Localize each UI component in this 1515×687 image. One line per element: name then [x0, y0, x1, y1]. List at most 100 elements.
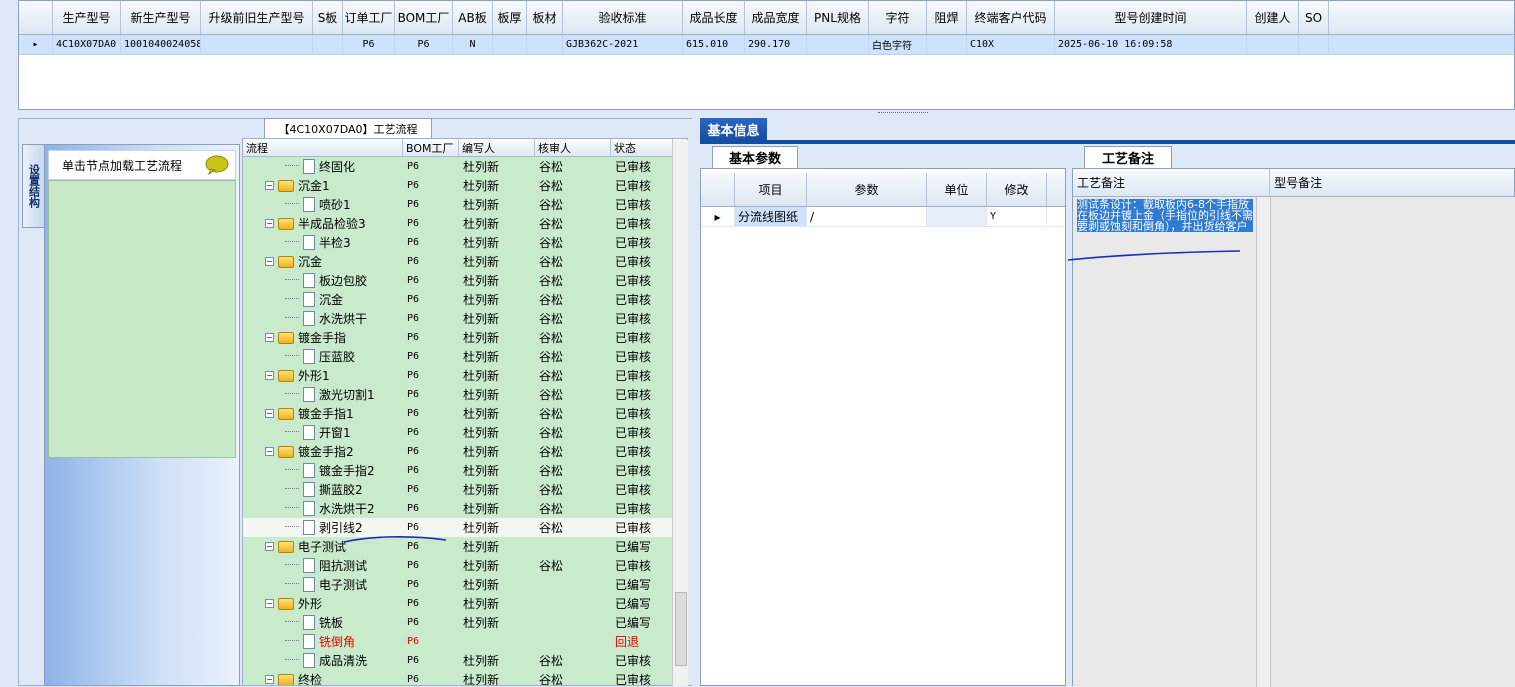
tree-node-cell[interactable]: 喷砂1	[243, 195, 403, 214]
process-tab-title[interactable]: 【4C10X07DA0】工艺流程	[264, 118, 432, 138]
column-header[interactable]: 板材	[527, 1, 563, 34]
grid-cell[interactable]: 10010400240585	[121, 35, 201, 54]
tree-node-cell[interactable]: − 沉金1	[243, 176, 403, 195]
tree-row[interactable]: − 镀金手指2 P6 杜列新 谷松 已审核	[243, 442, 687, 461]
grid-cell[interactable]	[201, 35, 313, 54]
model-notes-field[interactable]	[1271, 197, 1515, 687]
tree-row[interactable]: 撕蓝胶2 P6 杜列新 谷松 已审核	[243, 480, 687, 499]
vertical-tab-structure[interactable]: 设置结构	[22, 144, 44, 228]
tree-row[interactable]: 开窗1 P6 杜列新 谷松 已审核	[243, 423, 687, 442]
tree-column-header[interactable]: BOM工厂	[403, 139, 459, 156]
column-header[interactable]: 订单工厂	[343, 1, 395, 34]
collapse-icon[interactable]: −	[265, 542, 274, 551]
tree-row[interactable]: − 终检 P6 杜列新 谷松 已审核	[243, 670, 687, 685]
grid-cell[interactable]: 290.170	[745, 35, 807, 54]
tree-node[interactable]: 铣板	[243, 614, 343, 631]
tree-row[interactable]: − 镀金手指1 P6 杜列新 谷松 已审核	[243, 404, 687, 423]
tree-node[interactable]: − 外形	[243, 595, 322, 612]
grid-cell[interactable]: P6	[343, 35, 395, 54]
column-header[interactable]: 字符	[869, 1, 927, 34]
grid-cell[interactable]	[313, 35, 343, 54]
tree-row[interactable]: 剥引线2 P6 杜列新 谷松 已审核	[243, 518, 687, 537]
tree-node[interactable]: − 镀金手指	[243, 329, 346, 346]
param-unit-cell[interactable]	[927, 207, 987, 226]
column-header[interactable]: 型号创建时间	[1055, 1, 1247, 34]
column-header[interactable]: 验收标准	[563, 1, 683, 34]
tree-row[interactable]: 沉金 P6 杜列新 谷松 已审核	[243, 290, 687, 309]
tree-column-header[interactable]: 流程	[243, 139, 403, 156]
tree-node-cell[interactable]: 剥引线2	[243, 518, 403, 537]
horizontal-splitter[interactable]	[18, 110, 1515, 118]
tree-node[interactable]: − 半成品检验3	[243, 215, 366, 232]
tree-column-header[interactable]: 核审人	[535, 139, 611, 156]
tree-row[interactable]: 喷砂1 P6 杜列新 谷松 已审核	[243, 195, 687, 214]
tree-node-cell[interactable]: − 沉金	[243, 252, 403, 271]
tree-row[interactable]: − 外形 P6 杜列新 已编写	[243, 594, 687, 613]
tree-node[interactable]: 半检3	[243, 234, 351, 251]
column-header[interactable]: BOM工厂	[395, 1, 453, 34]
tree-node[interactable]: 剥引线2	[243, 519, 363, 536]
tree-node-cell[interactable]: 板边包胶	[243, 271, 403, 290]
tree-row[interactable]: 镀金手指2 P6 杜列新 谷松 已审核	[243, 461, 687, 480]
tree-node-cell[interactable]: − 终检	[243, 670, 403, 685]
structure-list[interactable]	[48, 180, 236, 458]
tree-node[interactable]: 喷砂1	[243, 196, 351, 213]
grid-cell[interactable]: 2025-06-10 16:09:58	[1055, 35, 1247, 54]
grid-cell[interactable]: P6	[395, 35, 453, 54]
tree-node[interactable]: 沉金	[243, 291, 343, 308]
tree-node-cell[interactable]: − 外形1	[243, 366, 403, 385]
process-notes-field[interactable]	[1073, 197, 1257, 687]
column-header[interactable]: S板	[313, 1, 343, 34]
tree-row[interactable]: 终固化 P6 杜列新 谷松 已审核	[243, 157, 687, 176]
grid-cell[interactable]: 白色字符	[869, 35, 927, 54]
tree-node[interactable]: 压蓝胶	[243, 348, 355, 365]
collapse-icon[interactable]: −	[265, 409, 274, 418]
splitter-grip-icon[interactable]	[878, 112, 928, 115]
column-header[interactable]: 创建人	[1247, 1, 1299, 34]
column-header[interactable]: 成品宽度	[745, 1, 807, 34]
column-header[interactable]: 终端客户代码	[967, 1, 1055, 34]
collapse-icon[interactable]: −	[265, 371, 274, 380]
tree-row[interactable]: 压蓝胶 P6 杜列新 谷松 已审核	[243, 347, 687, 366]
tree-node[interactable]: 阻抗测试	[243, 557, 367, 574]
param-row[interactable]: ▸ 分流线图纸 / Y	[701, 207, 1065, 227]
tree-node[interactable]: 铣倒角	[243, 633, 355, 650]
tree-row[interactable]: − 沉金 P6 杜列新 谷松 已审核	[243, 252, 687, 271]
grid-cell[interactable]	[1299, 35, 1329, 54]
grid-cell[interactable]	[927, 35, 967, 54]
vertical-splitter[interactable]	[692, 118, 700, 686]
tree-row[interactable]: 阻抗测试 P6 杜列新 谷松 已审核	[243, 556, 687, 575]
tree-row[interactable]: 板边包胶 P6 杜列新 谷松 已审核	[243, 271, 687, 290]
grid-cell[interactable]: C10X	[967, 35, 1055, 54]
tree-node-cell[interactable]: − 镀金手指1	[243, 404, 403, 423]
tree-row[interactable]: − 半成品检验3 P6 杜列新 谷松 已审核	[243, 214, 687, 233]
tree-row[interactable]: 电子测试 P6 杜列新 已编写	[243, 575, 687, 594]
tab-basic-info[interactable]: 基本信息	[700, 118, 767, 140]
tab-process-notes[interactable]: 工艺备注	[1084, 146, 1172, 168]
column-header[interactable]: 阻焊	[927, 1, 967, 34]
tree-node[interactable]: − 电子测试	[243, 538, 346, 555]
tree-node[interactable]: 开窗1	[243, 424, 351, 441]
click-hint-node[interactable]: 单击节点加载工艺流程	[48, 150, 236, 180]
notes-scrollbar[interactable]	[1257, 197, 1271, 687]
grid-cell[interactable]: 615.010	[683, 35, 745, 54]
column-header[interactable]: 新生产型号	[121, 1, 201, 34]
tree-node[interactable]: 撕蓝胶2	[243, 481, 363, 498]
column-header[interactable]: 板厚	[493, 1, 527, 34]
tree-node-cell[interactable]: 撕蓝胶2	[243, 480, 403, 499]
tree-node[interactable]: − 终检	[243, 671, 322, 685]
collapse-icon[interactable]: −	[265, 675, 274, 684]
model-grid-row[interactable]: ▸ 4C10X07DA0 10010400240585 P6 P6 N GJB362C-20…	[19, 35, 1514, 55]
tree-node-cell[interactable]: 电子测试	[243, 575, 403, 594]
tree-node-cell[interactable]: 沉金	[243, 290, 403, 309]
param-value-cell[interactable]: /	[807, 207, 927, 226]
tab-basic-params[interactable]: 基本参数	[712, 146, 798, 168]
column-header[interactable]: 生产型号	[53, 1, 121, 34]
collapse-icon[interactable]: −	[265, 257, 274, 266]
collapse-icon[interactable]: −	[265, 599, 274, 608]
tree-node-cell[interactable]: 铣倒角	[243, 632, 403, 651]
tree-row[interactable]: 水洗烘干2 P6 杜列新 谷松 已审核	[243, 499, 687, 518]
grid-cell[interactable]: N	[453, 35, 493, 54]
tree-node[interactable]: 镀金手指2	[243, 462, 375, 479]
tree-node-cell[interactable]: − 电子测试	[243, 537, 403, 556]
